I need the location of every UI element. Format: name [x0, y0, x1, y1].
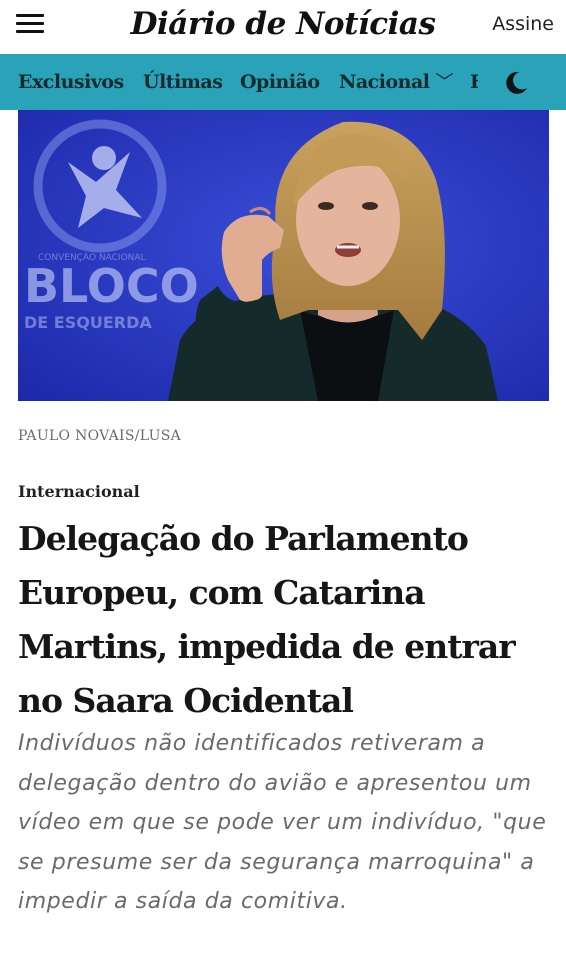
nav-item-truncated[interactable]: E: [470, 54, 478, 110]
menu-icon[interactable]: [16, 12, 44, 36]
chevron-down-icon: ﹀: [435, 72, 453, 93]
section-nav: Exclusivos Últimas Opinião Nacional ﹀ E: [0, 54, 566, 110]
nav-item-label: E: [470, 71, 478, 93]
sign-text-sub: DE ESQUERDA: [24, 313, 152, 332]
article-lead: Indivíduos não identificados retiveram a…: [18, 731, 547, 915]
article-section-link[interactable]: Internacional: [18, 482, 140, 501]
top-bar: Diário de Notícias Assine: [0, 0, 566, 52]
photo-image: CONVENÇÃO NACIONAL BLOCO DE ESQUERDA: [18, 110, 549, 401]
nav-item-exclusivos[interactable]: Exclusivos: [18, 54, 124, 110]
menu-icon-line: [16, 30, 44, 33]
menu-icon-line: [16, 14, 44, 17]
nav-item-label: Nacional: [339, 71, 430, 93]
subscribe-link[interactable]: Assine: [492, 10, 554, 38]
nav-item-label: Exclusivos: [18, 71, 124, 93]
site-logo[interactable]: Diário de Notícias: [128, 2, 438, 46]
sign-text-main: BLOCO: [24, 259, 199, 313]
section-nav-scroller[interactable]: Exclusivos Últimas Opinião Nacional ﹀ E: [0, 54, 478, 110]
nav-item-nacional[interactable]: Nacional ﹀: [339, 54, 453, 110]
menu-icon-line: [16, 22, 44, 25]
article-headline: Delegação do Parlamento Europeu, com Cat…: [18, 519, 516, 720]
dark-mode-icon[interactable]: [500, 68, 530, 98]
nav-item-label: Últimas: [143, 71, 223, 93]
article-photo: CONVENÇÃO NACIONAL BLOCO DE ESQUERDA: [18, 110, 549, 401]
photo-credit: PAULO NOVAIS/LUSA: [18, 428, 181, 444]
nav-item-ultimas[interactable]: Últimas: [143, 54, 223, 110]
nav-item-opiniao[interactable]: Opinião: [240, 54, 320, 110]
nav-item-label: Opinião: [240, 71, 320, 93]
